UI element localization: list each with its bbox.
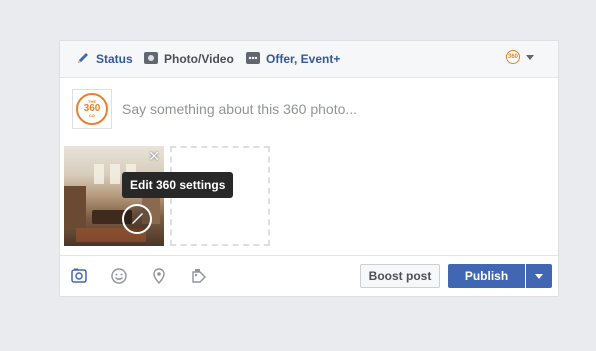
smiley-icon[interactable] (110, 267, 128, 285)
pencil-icon (75, 50, 91, 69)
tab-offer-event-label: Offer, Event+ (266, 52, 341, 66)
photo-detail (110, 164, 120, 184)
status-input[interactable] (122, 99, 522, 119)
avatar[interactable]: THE 360 CO (72, 89, 112, 129)
tab-photo-video-label: Photo/Video (164, 52, 234, 66)
photo-detail (94, 164, 104, 184)
more-icon (245, 50, 261, 69)
photo-icon[interactable] (70, 267, 88, 285)
tab-status-label: Status (96, 52, 133, 66)
post-composer: Status Photo/Video Offer, Event+ 360 THE… (59, 40, 559, 297)
photo-detail (64, 186, 86, 228)
tag-icon[interactable] (190, 267, 208, 285)
brush-icon (132, 213, 143, 224)
tab-status[interactable]: Status (75, 41, 133, 77)
tab-photo-video[interactable]: Photo/Video (143, 41, 234, 77)
edit-360-tooltip: Edit 360 settings (122, 172, 234, 198)
location-pin-icon[interactable] (150, 267, 168, 285)
camera-icon (143, 50, 159, 69)
boost-post-button[interactable]: Boost post (360, 264, 440, 288)
post-as-selector[interactable]: 360 (506, 50, 534, 64)
tab-offer-event[interactable]: Offer, Event+ (245, 41, 340, 77)
composer-tabs: Status Photo/Video Offer, Event+ 360 (60, 41, 558, 78)
chevron-down-icon (535, 273, 543, 279)
publish-button[interactable]: Publish (448, 264, 525, 288)
edit-360-button[interactable] (122, 204, 152, 234)
mini-avatar: 360 (506, 50, 520, 64)
composer-footer: Boost post Publish (60, 255, 558, 296)
remove-photo-icon[interactable]: ✕ (148, 149, 160, 163)
logo-line-3: CO (89, 113, 95, 118)
page-logo: THE 360 CO (76, 93, 108, 125)
chevron-down-icon (526, 54, 534, 60)
publish-options-button[interactable] (526, 264, 552, 288)
mini-avatar-text: 360 (507, 54, 518, 60)
